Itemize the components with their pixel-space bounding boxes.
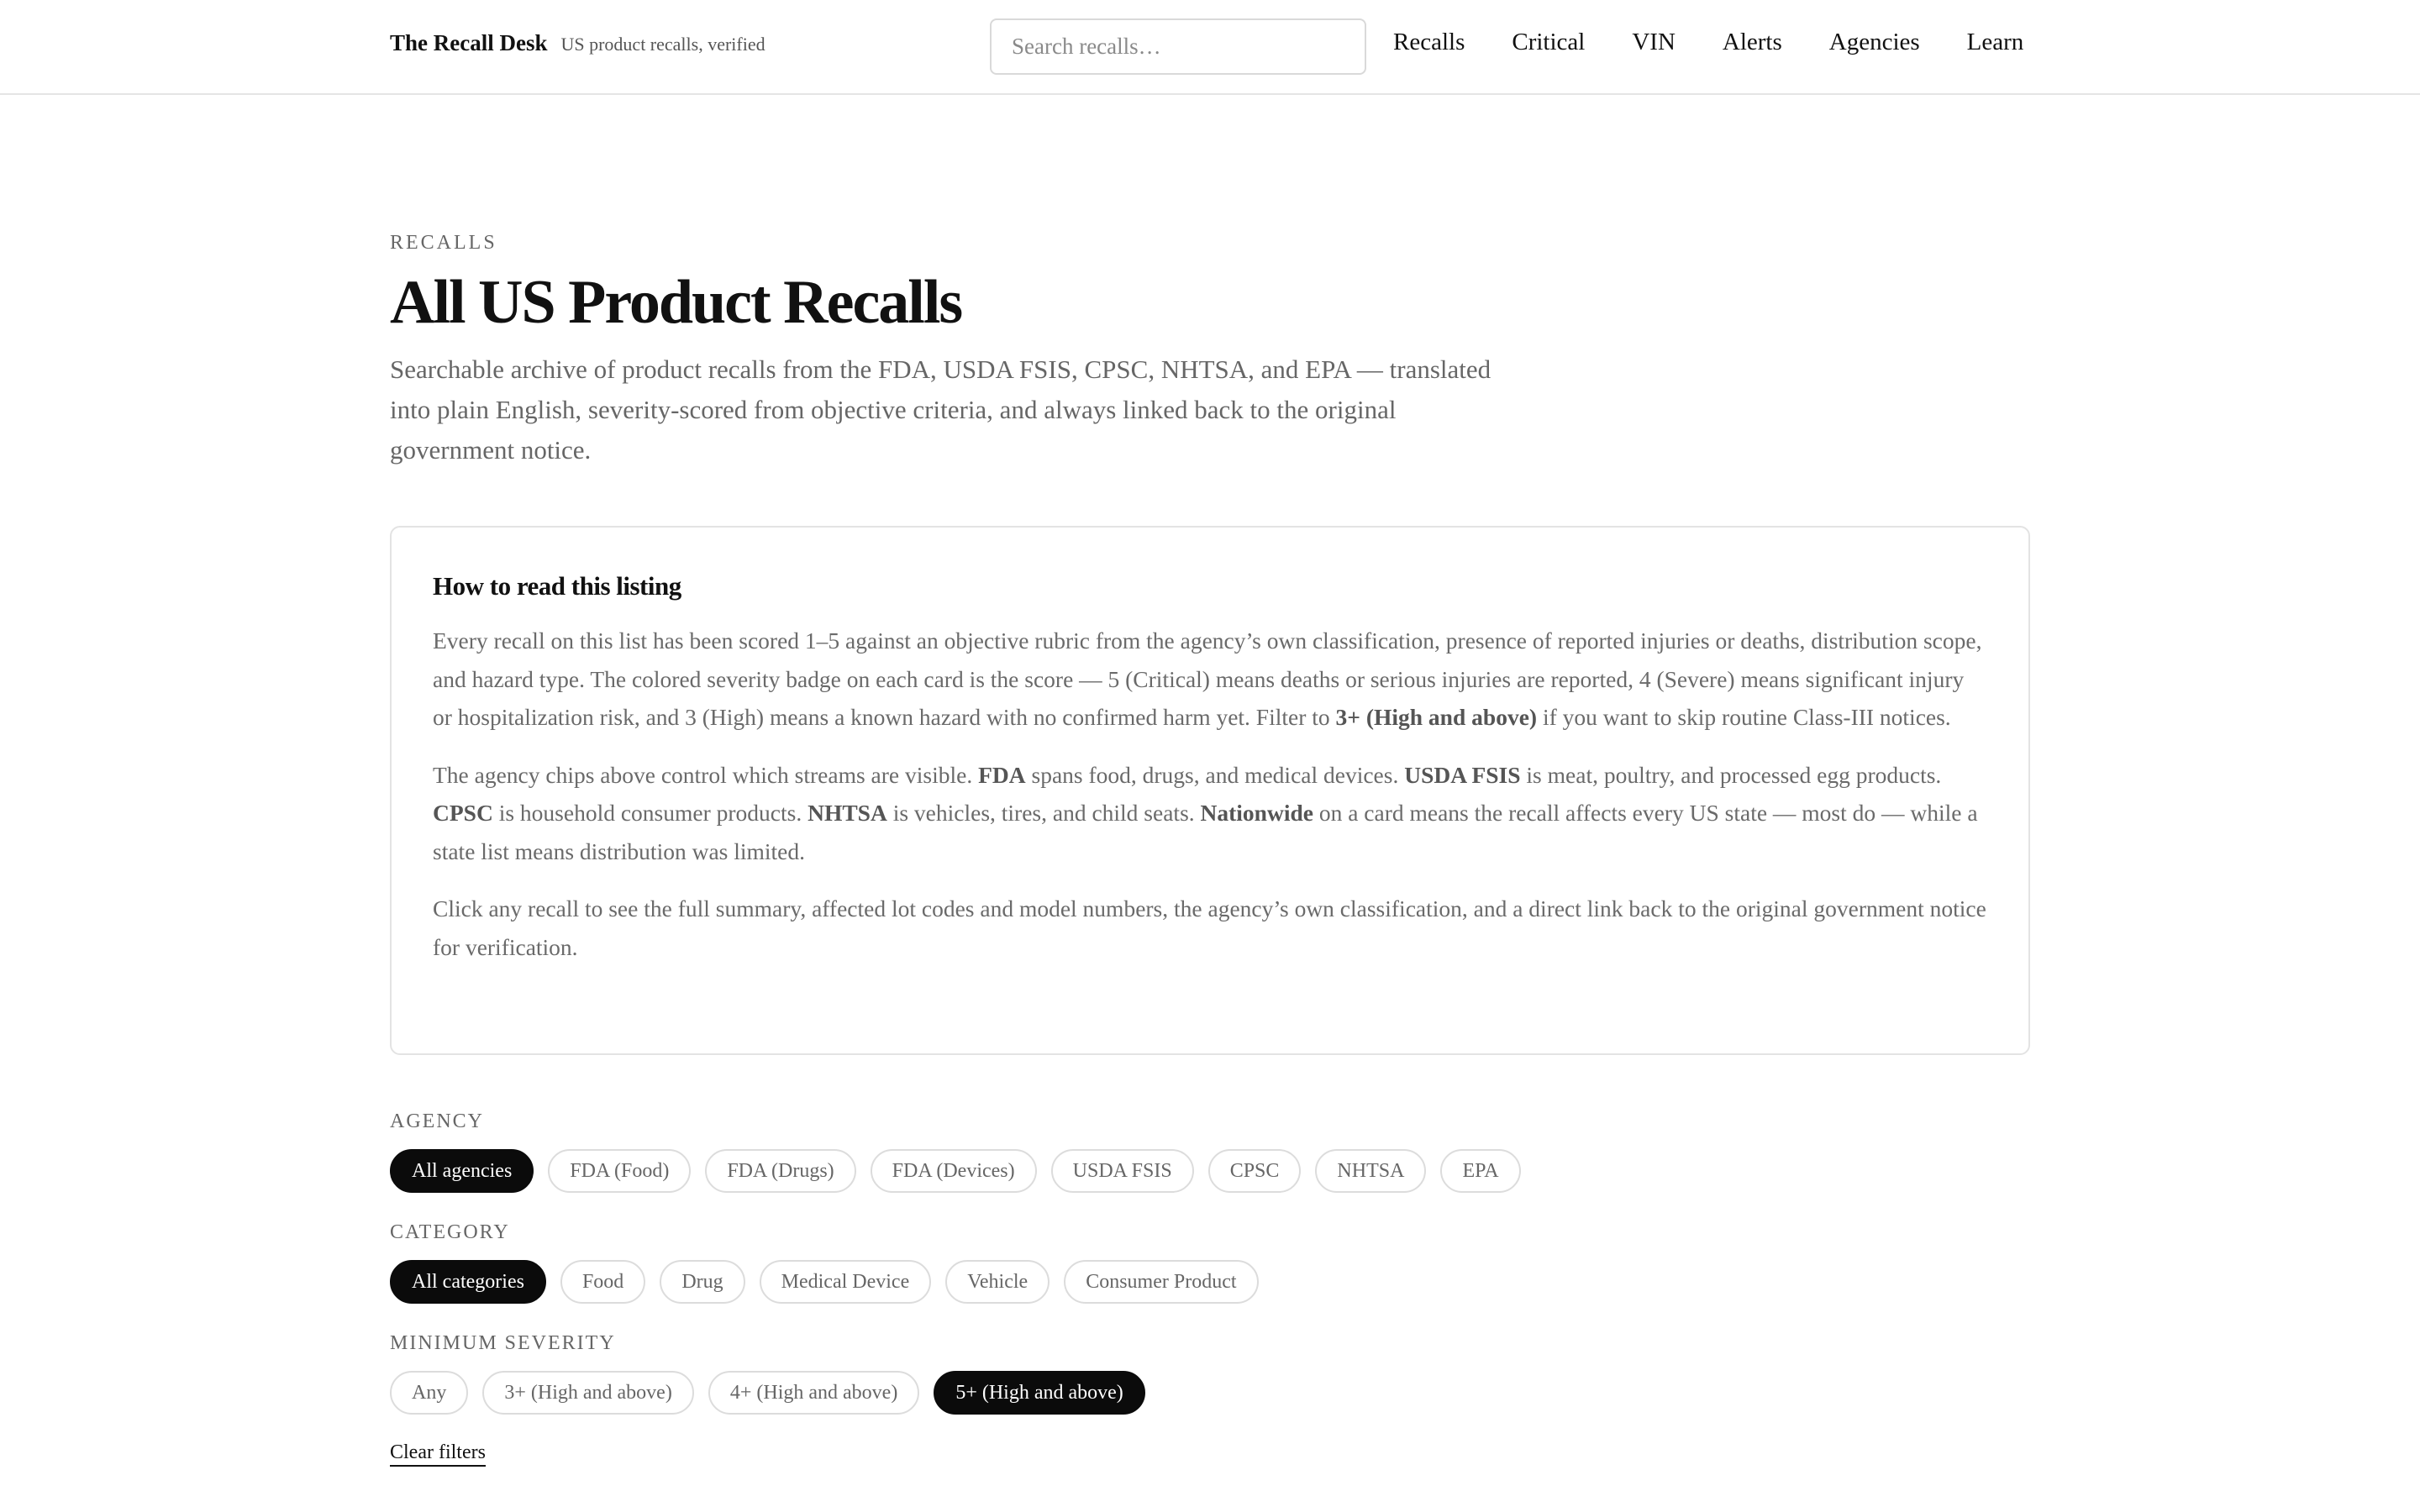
- site-name[interactable]: The Recall Desk: [390, 30, 547, 56]
- nav-recalls[interactable]: Recalls: [1393, 29, 1465, 56]
- chip-severity-any[interactable]: Any: [390, 1371, 469, 1415]
- how-to-paragraph-agencies: The agency chips above control which str…: [433, 761, 1978, 864]
- section-eyebrow: RECALLS: [390, 232, 497, 254]
- chip-agency-epa[interactable]: EPA: [1440, 1149, 1521, 1193]
- chip-agency-cpsc[interactable]: CPSC: [1207, 1149, 1302, 1193]
- severity-filter-label: MINIMUM SEVERITY: [390, 1332, 616, 1354]
- how-to-paragraph-details: Click any recall to see the full summary…: [433, 895, 1986, 960]
- chip-agency-fda-devices[interactable]: FDA (Devices): [870, 1149, 1037, 1193]
- chip-category-consumer-product[interactable]: Consumer Product: [1064, 1260, 1259, 1304]
- nav-learn[interactable]: Learn: [1967, 29, 2024, 56]
- page-title: All US Product Recalls: [390, 268, 963, 337]
- severity-threshold-emphasis: 3+ (High and above): [1335, 704, 1538, 730]
- nav-critical[interactable]: Critical: [1512, 29, 1585, 56]
- chip-agency-fda-drugs[interactable]: FDA (Drugs): [705, 1149, 856, 1193]
- chip-agency-usda-fsis[interactable]: USDA FSIS: [1050, 1149, 1194, 1193]
- main-nav: Recalls Critical VIN Alerts Agencies Lea…: [1393, 29, 2023, 56]
- site-tagline: US product recalls, verified: [560, 34, 765, 55]
- category-filter-chips: All categories Food Drug Medical Device …: [390, 1260, 1273, 1304]
- nav-agencies[interactable]: Agencies: [1829, 29, 1920, 56]
- agency-filter-chips: All agencies FDA (Food) FDA (Drugs) FDA …: [390, 1149, 1535, 1193]
- chip-agency-all[interactable]: All agencies: [390, 1149, 534, 1193]
- brand[interactable]: The Recall Desk US product recalls, veri…: [390, 30, 765, 56]
- how-to-paragraph-scoring: Every recall on this list has been score…: [433, 627, 1982, 730]
- chip-category-food[interactable]: Food: [560, 1260, 646, 1304]
- clear-filters-link[interactable]: Clear filters: [390, 1441, 486, 1467]
- chip-category-all[interactable]: All categories: [390, 1260, 546, 1304]
- chip-category-vehicle[interactable]: Vehicle: [945, 1260, 1050, 1304]
- category-filter-label: CATEGORY: [390, 1221, 510, 1243]
- chip-severity-4-plus[interactable]: 4+ (High and above): [708, 1371, 920, 1415]
- how-to-heading: How to read this listing: [433, 571, 681, 601]
- nav-alerts[interactable]: Alerts: [1723, 29, 1782, 56]
- chip-category-medical-device[interactable]: Medical Device: [759, 1260, 932, 1304]
- how-to-read-panel: How to read this listing Every recall on…: [390, 526, 2030, 1055]
- search-input[interactable]: [990, 18, 1366, 75]
- chip-agency-nhtsa[interactable]: NHTSA: [1315, 1149, 1427, 1193]
- nav-vin[interactable]: VIN: [1632, 29, 1676, 56]
- page-description: Searchable archive of product recalls fr…: [390, 354, 1491, 465]
- chip-agency-fda-food[interactable]: FDA (Food): [548, 1149, 692, 1193]
- top-navigation-bar: The Recall Desk US product recalls, veri…: [0, 0, 2420, 95]
- severity-filter-chips: Any 3+ (High and above) 4+ (High and abo…: [390, 1371, 1160, 1415]
- chip-severity-3-plus[interactable]: 3+ (High and above): [482, 1371, 694, 1415]
- agency-filter-label: AGENCY: [390, 1110, 484, 1132]
- chip-category-drug[interactable]: Drug: [660, 1260, 745, 1304]
- chip-severity-5-plus[interactable]: 5+ (High and above): [934, 1371, 1145, 1415]
